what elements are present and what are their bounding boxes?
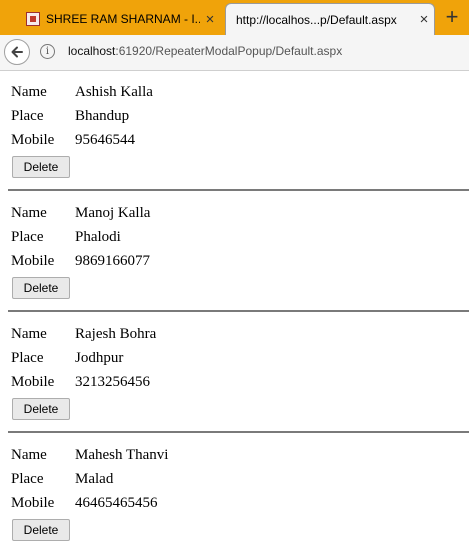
divider	[8, 431, 469, 433]
mobile-label: Mobile	[11, 132, 55, 148]
address-path: :61920/RepeaterModalPopup/Default.aspx	[115, 44, 343, 58]
mobile-value: 9869166077	[75, 253, 150, 269]
tab-strip: SHREE RAM SHARNAM - I... × http://localh…	[0, 0, 469, 35]
mobile-value: 3213256456	[75, 374, 150, 390]
place-label: Place	[11, 350, 44, 366]
address-host: localhost	[68, 44, 116, 58]
mobile-label: Mobile	[11, 374, 55, 390]
place-label: Place	[11, 108, 44, 124]
name-label: Name	[11, 326, 47, 342]
new-tab-button[interactable]: +	[440, 6, 464, 30]
name-value: Manoj Kalla	[75, 205, 151, 221]
place-label: Place	[11, 229, 44, 245]
place-label: Place	[11, 471, 44, 487]
place-value: Jodhpur	[75, 350, 124, 366]
mobile-value: 95646544	[75, 132, 135, 148]
delete-button[interactable]: Delete	[12, 398, 70, 420]
name-label: Name	[11, 447, 47, 463]
name-value: Mahesh Thanvi	[75, 447, 169, 463]
tab-title: http://localhos...p/Default.aspx	[236, 12, 397, 27]
tab-shree-ram-sharnam[interactable]: SHREE RAM SHARNAM - I... ×	[20, 3, 220, 35]
mobile-label: Mobile	[11, 495, 55, 511]
tab-default-aspx[interactable]: http://localhos...p/Default.aspx ×	[225, 3, 435, 35]
name-label: Name	[11, 205, 47, 221]
mobile-value: 46465465456	[75, 495, 158, 511]
back-arrow-icon	[11, 46, 23, 58]
address-bar[interactable]: localhost:61920/RepeaterModalPopup/Defau…	[68, 44, 342, 58]
back-button[interactable]	[4, 39, 30, 65]
place-value: Malad	[75, 471, 114, 487]
close-icon[interactable]: ×	[200, 11, 220, 28]
name-label: Name	[11, 84, 47, 100]
info-icon[interactable]: i	[40, 44, 55, 59]
place-value: Phalodi	[75, 229, 121, 245]
place-value: Bhandup	[75, 108, 130, 124]
divider	[8, 310, 469, 312]
divider	[8, 189, 469, 191]
mobile-label: Mobile	[11, 253, 55, 269]
tab-title: SHREE RAM SHARNAM - I...	[46, 12, 200, 26]
navigation-bar: i localhost:61920/RepeaterModalPopup/Def…	[0, 35, 469, 71]
delete-button[interactable]: Delete	[12, 277, 70, 299]
close-icon[interactable]: ×	[414, 11, 434, 28]
delete-button[interactable]: Delete	[12, 519, 70, 541]
name-value: Ashish Kalla	[75, 84, 153, 100]
delete-button[interactable]: Delete	[12, 156, 70, 178]
name-value: Rajesh Bohra	[75, 326, 157, 342]
site-favicon-icon	[26, 12, 40, 26]
